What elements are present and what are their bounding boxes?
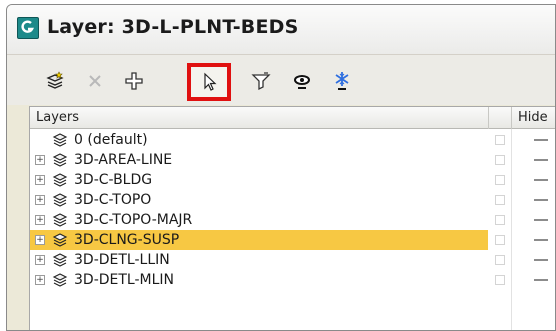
- layer-stack-icon: [52, 193, 68, 207]
- expand-toggle-icon[interactable]: +: [35, 175, 45, 185]
- column-header-layers[interactable]: Layers: [30, 107, 489, 129]
- hide-toggle-dash[interactable]: [534, 139, 548, 141]
- layer-stack-icon: [52, 213, 68, 227]
- hide-eye-icon: [294, 75, 310, 89]
- layer-name-cell[interactable]: +3D-C-TOPO: [30, 190, 488, 210]
- hide-toggle-dash[interactable]: [534, 279, 548, 281]
- layer-name-cell[interactable]: 0 (default): [30, 130, 488, 150]
- layer-stack-icon: [52, 273, 68, 287]
- delete-layer-button[interactable]: [78, 65, 112, 97]
- layer-row[interactable]: +3D-CLNG-SUSP: [30, 230, 555, 250]
- expand-toggle-icon[interactable]: +: [35, 255, 45, 265]
- select-objects-button[interactable]: [187, 63, 231, 101]
- layer-stack-icon: [52, 173, 68, 187]
- delete-x-icon: [89, 75, 101, 87]
- new-layer-icon: [46, 71, 64, 89]
- layer-list[interactable]: Layers Hide 0 (default) +3D-AREA-LINE +3D-…: [29, 106, 555, 330]
- layer-stack-icon: [52, 233, 68, 247]
- layer-active-checkbox[interactable]: [495, 175, 505, 185]
- layer-name-cell[interactable]: +3D-C-BLDG: [30, 170, 488, 190]
- layer-name-cell[interactable]: +3D-DETL-LLIN: [30, 250, 488, 270]
- window-title: Layer: 3D-L-PLNT-BEDS: [47, 16, 299, 38]
- layer-stack-icon: [52, 153, 68, 167]
- expand-toggle-icon[interactable]: +: [35, 235, 45, 245]
- column-header-row: Layers Hide: [30, 107, 555, 129]
- layer-name-label: 3D-CLNG-SUSP: [74, 232, 180, 248]
- expand-toggle-icon[interactable]: +: [35, 195, 45, 205]
- expand-toggle-icon[interactable]: +: [35, 155, 45, 165]
- layer-window: Layer: 3D-L-PLNT-BEDS Layers Hide 0 (def…: [6, 4, 556, 331]
- freeze-all-button[interactable]: [325, 65, 359, 97]
- layer-active-checkbox[interactable]: [495, 155, 505, 165]
- title-bar[interactable]: Layer: 3D-L-PLNT-BEDS: [7, 5, 555, 55]
- layer-name-label: 0 (default): [74, 132, 148, 148]
- toolbar: [7, 55, 555, 105]
- layer-row[interactable]: +3D-C-BLDG: [30, 170, 555, 190]
- highlight-selected-button[interactable]: [244, 65, 278, 97]
- expand-toggle-icon[interactable]: +: [35, 215, 45, 225]
- layer-row[interactable]: +3D-C-TOPO-MAJR: [30, 210, 555, 230]
- layer-row[interactable]: +3D-DETL-LLIN: [30, 250, 555, 270]
- layer-name-label: 3D-C-TOPO: [74, 192, 152, 208]
- app-logo-icon: [17, 17, 39, 39]
- highlight-funnel-icon: [251, 72, 271, 91]
- layer-stack-icon: [52, 253, 68, 267]
- hide-toggle-dash[interactable]: [534, 239, 548, 241]
- add-plus-icon: [125, 72, 143, 90]
- layer-name-label: 3D-DETL-MLIN: [74, 272, 175, 288]
- layer-name-cell[interactable]: +3D-CLNG-SUSP: [30, 230, 488, 250]
- layer-name-label: 3D-DETL-LLIN: [74, 252, 170, 268]
- layer-name-cell[interactable]: +3D-C-TOPO-MAJR: [30, 210, 488, 230]
- layer-name-label: 3D-C-TOPO-MAJR: [74, 212, 193, 228]
- column-header-blank[interactable]: [489, 107, 512, 129]
- layer-active-checkbox[interactable]: [495, 135, 505, 145]
- layer-name-cell[interactable]: +3D-DETL-MLIN: [30, 270, 488, 290]
- snowflake-icon: [335, 72, 349, 90]
- layer-active-checkbox[interactable]: [495, 255, 505, 265]
- layer-name-label: 3D-AREA-LINE: [74, 152, 173, 168]
- hide-toggle-dash[interactable]: [534, 179, 548, 181]
- layer-name-label: 3D-C-BLDG: [74, 172, 153, 188]
- expand-toggle-icon[interactable]: +: [35, 275, 45, 285]
- add-selection-button[interactable]: [117, 65, 151, 97]
- column-header-hide[interactable]: Hide: [512, 107, 555, 129]
- hide-toggle-dash[interactable]: [534, 219, 548, 221]
- layer-active-checkbox[interactable]: [495, 215, 505, 225]
- hide-all-button[interactable]: [285, 65, 319, 97]
- hide-toggle-dash[interactable]: [534, 199, 548, 201]
- create-layer-button[interactable]: [38, 65, 72, 97]
- layer-row[interactable]: +3D-C-TOPO: [30, 190, 555, 210]
- layer-row[interactable]: +3D-DETL-MLIN: [30, 270, 555, 290]
- hide-toggle-dash[interactable]: [534, 259, 548, 261]
- select-cursor-icon: [204, 72, 217, 91]
- layer-active-checkbox[interactable]: [495, 235, 505, 245]
- layer-active-checkbox[interactable]: [495, 275, 505, 285]
- layer-active-checkbox[interactable]: [495, 195, 505, 205]
- layer-row[interactable]: +3D-AREA-LINE: [30, 150, 555, 170]
- layer-row[interactable]: 0 (default): [30, 130, 555, 150]
- hide-toggle-dash[interactable]: [534, 159, 548, 161]
- layer-stack-icon: [52, 133, 68, 147]
- layer-name-cell[interactable]: +3D-AREA-LINE: [30, 150, 488, 170]
